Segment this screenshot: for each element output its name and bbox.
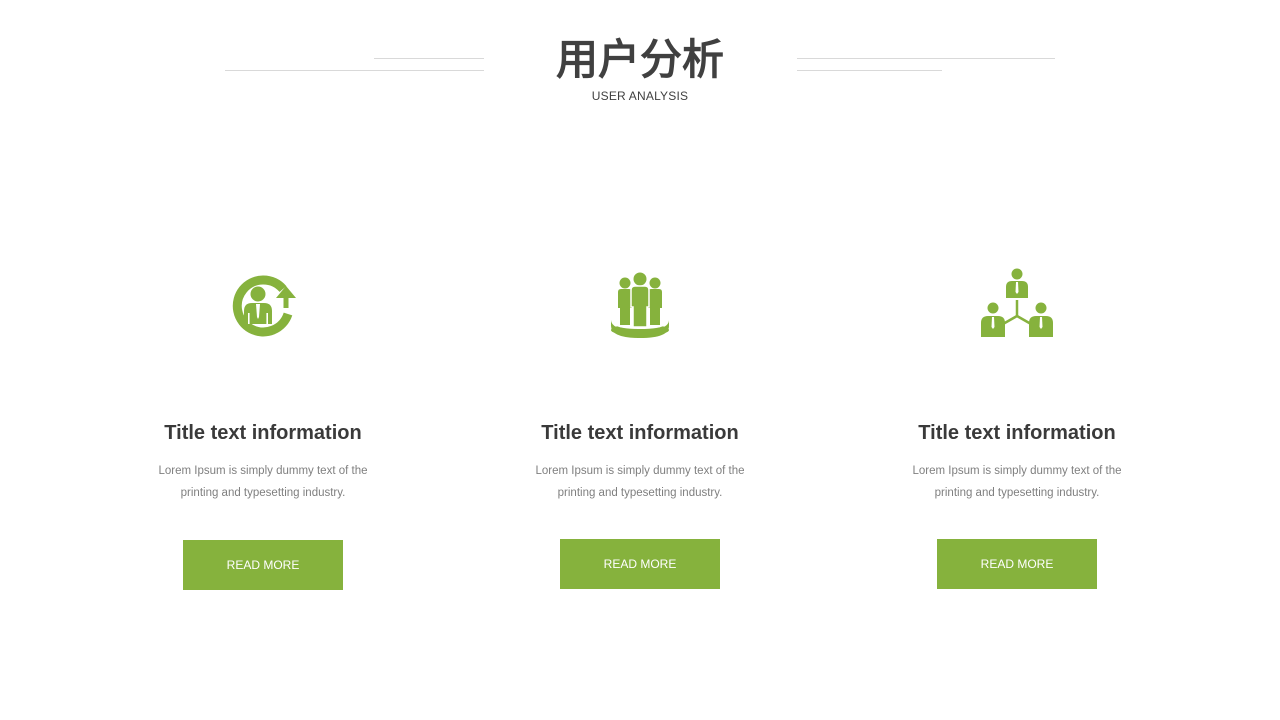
page-subtitle: USER ANALYSIS xyxy=(591,89,689,103)
slide: 用户分析 USER ANALYSIS Title text informatio… xyxy=(0,0,1280,720)
read-more-button[interactable]: READ MORE xyxy=(560,539,720,589)
card-title: Title text information xyxy=(164,422,362,444)
read-more-button[interactable]: READ MORE xyxy=(183,540,343,590)
feature-card-2: Title text information Lorem Ipsum is si… xyxy=(490,260,790,600)
feature-card-1: Title text information Lorem Ipsum is si… xyxy=(113,260,413,600)
card-title: Title text information xyxy=(541,422,739,444)
page-title: 用户分析 xyxy=(555,35,724,84)
card-title: Title text information xyxy=(918,422,1116,444)
user-network-icon xyxy=(972,260,1062,350)
team-group-icon xyxy=(595,260,685,350)
user-growth-icon xyxy=(218,260,308,350)
read-more-button[interactable]: READ MORE xyxy=(937,539,1097,589)
card-description: Lorem Ipsum is simply dummy text of the … xyxy=(158,465,368,499)
card-description: Lorem Ipsum is simply dummy text of the … xyxy=(912,465,1122,499)
card-description: Lorem Ipsum is simply dummy text of the … xyxy=(535,465,745,499)
feature-card-3: Title text information Lorem Ipsum is si… xyxy=(867,260,1167,600)
